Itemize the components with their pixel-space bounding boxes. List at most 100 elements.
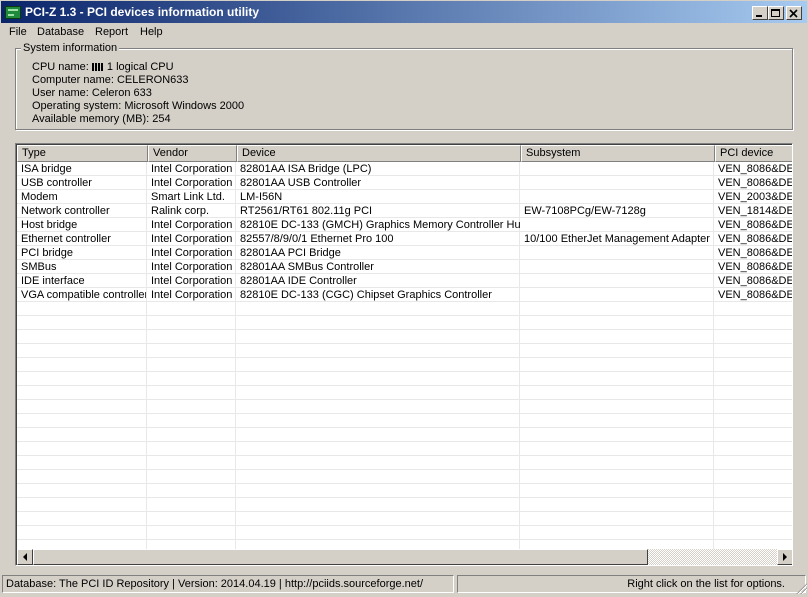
cell-vendor: Intel Corporation bbox=[151, 163, 233, 175]
cpu-label: CPU name: bbox=[32, 61, 89, 73]
cell-device: 82801AA ISA Bridge (LPC) bbox=[240, 163, 372, 175]
minimize-icon bbox=[756, 15, 762, 17]
cell-vendor: Intel Corporation bbox=[151, 177, 233, 189]
cell-vendor: Intel Corporation bbox=[151, 233, 233, 245]
cell-type: Host bridge bbox=[21, 219, 78, 231]
empty-table-row bbox=[17, 372, 792, 386]
cell-pci-device: VEN_8086&DE bbox=[718, 233, 793, 245]
scroll-left-button[interactable] bbox=[17, 549, 33, 565]
column-header-device[interactable]: Device bbox=[237, 145, 521, 162]
table-row[interactable]: USB controller Intel Corporation 82801AA U… bbox=[17, 176, 792, 190]
horizontal-scrollbar[interactable] bbox=[17, 549, 792, 565]
cell-device: 82810E DC-133 (CGC) Chipset Graphics Con… bbox=[240, 289, 492, 301]
cell-subsystem bbox=[520, 218, 714, 232]
empty-table-row bbox=[17, 302, 792, 316]
cell-vendor: Intel Corporation bbox=[151, 247, 233, 259]
menu-report[interactable]: Report bbox=[95, 26, 128, 38]
empty-table-row bbox=[17, 498, 792, 512]
pci-card-icon[interactable] bbox=[5, 6, 21, 19]
empty-table-row bbox=[17, 400, 792, 414]
cell-device: 82557/8/9/0/1 Ethernet Pro 100 bbox=[240, 233, 394, 245]
user-name-line: User name: Celeron 633 bbox=[32, 87, 152, 99]
window-title: PCI-Z 1.3 - PCI devices information util… bbox=[25, 5, 260, 19]
empty-table-row bbox=[17, 316, 792, 330]
status-database: Database: The PCI ID Repository | Versio… bbox=[2, 575, 454, 593]
table-row[interactable]: VGA compatible controller Intel Corporati… bbox=[17, 288, 792, 302]
table-row[interactable]: PCI bridge Intel Corporation 82801AA PCI B… bbox=[17, 246, 792, 260]
cell-pci-device: VEN_8086&DE bbox=[718, 219, 793, 231]
cell-subsystem bbox=[520, 260, 714, 274]
cell-device: 82801AA PCI Bridge bbox=[240, 247, 341, 259]
table-row[interactable]: Ethernet controller Intel Corporation 8255… bbox=[17, 232, 793, 246]
cell-pci-device: VEN_8086&DE bbox=[718, 163, 793, 175]
group-legend: System information bbox=[21, 42, 120, 54]
empty-table-row bbox=[17, 344, 792, 358]
column-header-pci-device[interactable]: PCI device bbox=[715, 145, 792, 162]
cell-pci-device: VEN_2003&DE bbox=[718, 191, 793, 203]
table-row[interactable]: SMBus Intel Corporation 82801AA SMBus Cont… bbox=[17, 260, 792, 274]
cell-device: 82801AA SMBus Controller bbox=[240, 261, 374, 273]
table-row[interactable]: Network controller Ralink corp. RT2561/RT6… bbox=[17, 204, 793, 218]
cell-subsystem bbox=[520, 162, 714, 176]
cell-pci-device: VEN_1814&DE bbox=[718, 205, 793, 217]
cell-vendor: Smart Link Ltd. bbox=[151, 191, 225, 203]
cell-device: LM-I56N bbox=[240, 191, 283, 203]
cell-subsystem: 10/100 EtherJet Management Adapter bbox=[524, 233, 710, 245]
empty-table-row bbox=[17, 330, 792, 344]
empty-table-row bbox=[17, 526, 792, 540]
device-list[interactable]: Type Vendor Device Subsystem PCI device … bbox=[15, 143, 793, 566]
cell-type: ISA bridge bbox=[21, 163, 72, 175]
cell-vendor: Intel Corporation bbox=[151, 261, 233, 273]
cell-type: Modem bbox=[21, 191, 58, 203]
menu-database[interactable]: Database bbox=[37, 26, 84, 38]
cpu-bars-icon bbox=[91, 63, 104, 71]
empty-table-row bbox=[17, 442, 792, 456]
cpu-name-line: CPU name: 1 logical CPU bbox=[32, 61, 174, 73]
column-header-subsystem[interactable]: Subsystem bbox=[521, 145, 715, 162]
menu-bar: File Database Report Help bbox=[0, 24, 808, 42]
empty-table-row bbox=[17, 386, 792, 400]
table-row[interactable]: Host bridge Intel Corporation 82810E DC-13… bbox=[17, 218, 793, 232]
title-bar[interactable]: PCI-Z 1.3 - PCI devices information util… bbox=[0, 0, 808, 24]
empty-table-row bbox=[17, 358, 792, 372]
column-header-vendor[interactable]: Vendor bbox=[148, 145, 237, 162]
cell-device: 82801AA USB Controller bbox=[240, 177, 362, 189]
menu-file[interactable]: File bbox=[9, 26, 27, 38]
cell-type: Network controller bbox=[21, 205, 110, 217]
empty-table-row bbox=[17, 470, 792, 484]
maximize-icon bbox=[771, 9, 780, 17]
minimize-button[interactable] bbox=[752, 6, 768, 20]
status-bar: Database: The PCI ID Repository | Versio… bbox=[0, 574, 808, 595]
cell-subsystem: EW-7108PCg/EW-7128g bbox=[524, 205, 646, 217]
maximize-button[interactable] bbox=[768, 6, 784, 20]
cell-type: PCI bridge bbox=[21, 247, 73, 259]
table-row[interactable]: Modem Smart Link Ltd. LM-I56N VEN_2003&DE bbox=[17, 190, 793, 204]
table-row[interactable]: IDE interface Intel Corporation 82801AA ID… bbox=[17, 274, 792, 288]
table-row[interactable]: ISA bridge Intel Corporation 82801AA ISA B… bbox=[17, 162, 793, 176]
column-header-type[interactable]: Type bbox=[17, 145, 148, 162]
cell-device: 82810E DC-133 (GMCH) Graphics Memory Con… bbox=[240, 219, 520, 231]
empty-table-row bbox=[17, 456, 792, 470]
menu-help[interactable]: Help bbox=[140, 26, 163, 38]
cell-vendor: Intel Corporation bbox=[151, 219, 233, 231]
operating-system-line: Operating system: Microsoft Windows 2000 bbox=[32, 100, 245, 112]
cell-vendor: Ralink corp. bbox=[151, 205, 210, 217]
status-hint: Right click on the list for options. bbox=[457, 575, 806, 593]
cell-vendor: Intel Corporation bbox=[151, 289, 233, 301]
scrollbar-thumb[interactable] bbox=[33, 549, 648, 565]
empty-table-row bbox=[17, 414, 792, 428]
cell-type: VGA compatible controller bbox=[21, 289, 146, 301]
scroll-right-arrow-icon bbox=[783, 553, 787, 561]
cell-type: IDE interface bbox=[21, 275, 85, 287]
resize-grip-icon[interactable] bbox=[795, 582, 807, 594]
cell-subsystem bbox=[520, 288, 714, 302]
cell-type: Ethernet controller bbox=[21, 233, 111, 245]
scrollbar-track[interactable] bbox=[648, 549, 777, 565]
cell-subsystem bbox=[520, 274, 714, 288]
computer-name-line: Computer name: CELERON633 bbox=[32, 74, 189, 86]
device-rows: ISA bridge Intel Corporation 82801AA ISA B… bbox=[17, 162, 793, 549]
scroll-right-button[interactable] bbox=[777, 549, 792, 565]
cell-type: SMBus bbox=[21, 261, 57, 273]
close-button[interactable] bbox=[786, 6, 802, 20]
empty-table-row bbox=[17, 484, 792, 498]
